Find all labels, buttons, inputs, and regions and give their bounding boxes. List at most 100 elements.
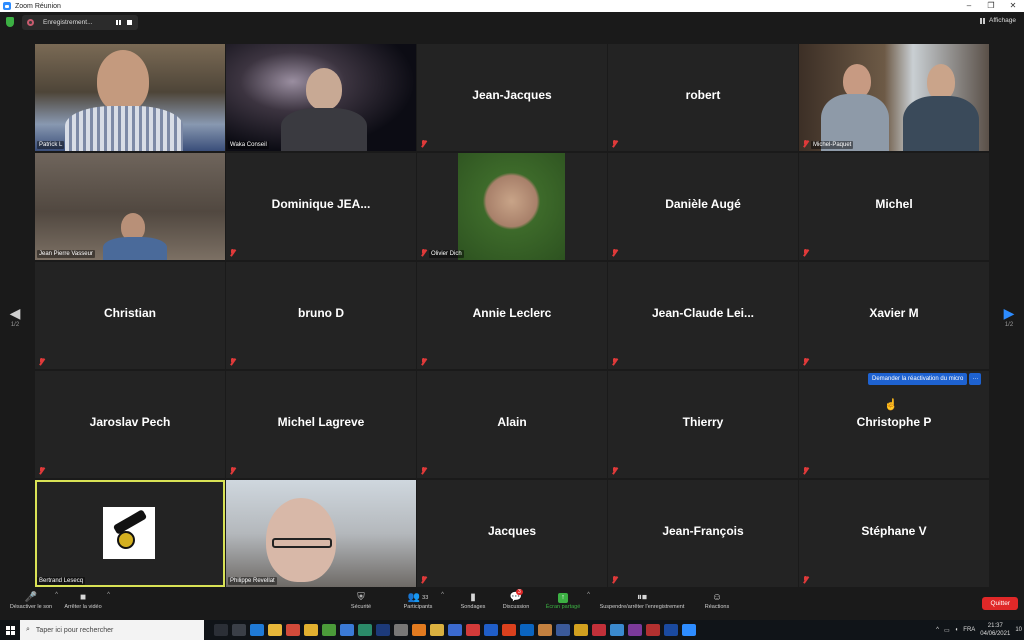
next-page-button[interactable]: ▶ 1/2 — [999, 304, 1019, 328]
app-icon[interactable] — [358, 624, 372, 636]
chat-button[interactable]: 💬 3 Discussion — [498, 589, 534, 610]
participant-tile[interactable]: Xavier M — [799, 262, 989, 369]
mute-button[interactable]: 🎤 Désactiver le son ^ — [6, 591, 58, 610]
participant-tile[interactable]: Christophe P — [799, 371, 989, 478]
zoom-icon[interactable] — [682, 624, 696, 636]
participant-tile[interactable]: Jacques — [417, 480, 607, 587]
system-clock[interactable]: 21:37 04/06/2021 — [980, 622, 1010, 638]
participant-tile[interactable]: Michel — [799, 153, 989, 260]
security-button[interactable]: ⛨ Sécurité — [344, 591, 378, 610]
participant-tile[interactable]: Jean Pierre Vasseur — [35, 153, 225, 260]
app-icon[interactable] — [430, 624, 444, 636]
participant-name: Michel Lagreve — [277, 415, 365, 429]
opera-icon[interactable] — [502, 624, 516, 636]
chevron-up-icon[interactable]: ^ — [587, 592, 590, 598]
bar-chart-icon: ▮ — [470, 592, 476, 603]
participant-tile[interactable]: Annie Leclerc — [417, 262, 607, 369]
participant-tile[interactable]: Jean-François — [608, 480, 798, 587]
app-icon[interactable] — [466, 624, 480, 636]
chat-label: Discussion — [502, 604, 530, 610]
participant-tile[interactable]: Dominique JEA... — [226, 153, 416, 260]
stop-recording-icon[interactable] — [127, 20, 132, 25]
maximize-button[interactable]: ❐ — [980, 0, 1002, 12]
participant-tile[interactable]: bruno D — [226, 262, 416, 369]
task-view-icon[interactable] — [232, 624, 246, 636]
video-button[interactable]: ■ Arrêter la vidéo ^ — [60, 591, 110, 610]
outlook-icon[interactable] — [520, 624, 534, 636]
participant-tile[interactable]: Michel Lagreve — [226, 371, 416, 478]
participant-tile[interactable]: Waka Conseil — [226, 44, 416, 151]
edge-icon[interactable] — [250, 624, 264, 636]
reactions-button[interactable]: ☺ Réactions — [700, 591, 734, 610]
app-icon[interactable] — [448, 624, 462, 636]
language-indicator[interactable]: FRA — [963, 627, 975, 633]
photoshop-icon[interactable] — [376, 624, 390, 636]
participant-tile[interactable]: Jean-Jacques — [417, 44, 607, 151]
taskbar-search-box[interactable]: ⌕ Taper ici pour rechercher — [20, 620, 204, 640]
participant-tile[interactable]: Jaroslav Pech — [35, 371, 225, 478]
windows-start-icon[interactable] — [0, 620, 20, 640]
participant-tile[interactable]: Jean-Claude Lei... — [608, 262, 798, 369]
network-icon[interactable]: ▭ — [944, 627, 950, 634]
participant-name: Bertrand Lesecq — [37, 577, 86, 585]
participant-tile[interactable]: Patrick L — [35, 44, 225, 151]
participant-tile[interactable]: Alain — [417, 371, 607, 478]
word-icon[interactable] — [664, 624, 678, 636]
participant-tile[interactable]: Christian — [35, 262, 225, 369]
file-explorer-icon[interactable] — [268, 624, 282, 636]
cortana-icon[interactable] — [214, 624, 228, 636]
chevron-up-icon[interactable]: ^ — [107, 592, 110, 598]
chevron-up-icon[interactable]: ^ — [936, 627, 939, 633]
view-button[interactable]: Affichage — [980, 17, 1016, 24]
participant-tile[interactable]: Michel-Paquet — [799, 44, 989, 151]
mic-muted-icon — [803, 249, 808, 256]
share-screen-button[interactable]: ↑ Écran partagé ^ — [542, 591, 590, 610]
app-icon[interactable] — [592, 624, 606, 636]
chevron-up-icon[interactable]: ^ — [55, 592, 58, 598]
app-icon[interactable] — [394, 624, 408, 636]
participant-tile-active[interactable]: Bertrand Lesecq — [35, 480, 225, 587]
ask-unmute-button[interactable]: Demander la réactivation du micro — [868, 373, 968, 385]
encryption-shield-icon[interactable] — [6, 17, 14, 27]
participant-tile[interactable]: Thierry — [608, 371, 798, 478]
app-icon[interactable] — [538, 624, 552, 636]
share-label: Écran partagé — [545, 604, 581, 610]
app-icon[interactable] — [574, 624, 588, 636]
pause-recording-icon[interactable] — [116, 20, 121, 25]
close-button[interactable]: ✕ — [1002, 0, 1024, 12]
participant-tile[interactable]: Stéphane V — [799, 480, 989, 587]
mail-icon[interactable] — [484, 624, 498, 636]
volume-icon[interactable]: ◖ — [955, 627, 959, 633]
leave-meeting-button[interactable]: Quitter — [982, 597, 1018, 610]
chrome-icon[interactable] — [322, 624, 336, 636]
mic-muted-icon — [230, 467, 235, 474]
notifications-icon[interactable]: 10 — [1015, 627, 1022, 633]
participants-button[interactable]: 👥 33 Participants ^ — [398, 591, 444, 610]
participant-name: bruno D — [298, 306, 344, 320]
participant-tile[interactable]: Danièle Augé — [608, 153, 798, 260]
polls-button[interactable]: ▮ Sondages — [456, 591, 490, 610]
store-icon[interactable] — [286, 624, 300, 636]
page-indicator-left: 1/2 — [10, 322, 20, 328]
participant-tile[interactable]: Olivier Dich — [417, 153, 607, 260]
mic-muted-icon — [421, 140, 426, 147]
participant-tile[interactable]: robert — [608, 44, 798, 151]
folder-icon[interactable] — [304, 624, 318, 636]
photos-icon[interactable] — [340, 624, 354, 636]
previous-page-button[interactable]: ◀ 1/2 — [5, 304, 25, 328]
minimize-button[interactable]: – — [958, 0, 980, 12]
share-screen-icon: ↑ — [542, 591, 584, 604]
reactions-label: Réactions — [704, 604, 730, 610]
participant-tile[interactable]: Philippe Revellat — [226, 480, 416, 587]
app-icon[interactable] — [610, 624, 624, 636]
window-titlebar: Zoom Réunion – ❐ ✕ — [0, 0, 1024, 12]
more-options-button[interactable]: ··· — [969, 373, 982, 385]
chevron-up-icon[interactable]: ^ — [441, 592, 444, 598]
app-icon[interactable] — [646, 624, 660, 636]
app-icon[interactable] — [628, 624, 642, 636]
vlc-icon[interactable] — [412, 624, 426, 636]
search-icon: ⌕ — [26, 626, 30, 633]
record-controls-button[interactable]: ⏸⏹ Suspendre/arrêter l'enregistrement — [592, 591, 692, 610]
app-icon[interactable] — [556, 624, 570, 636]
participant-name: Jean-Jacques — [472, 88, 552, 102]
